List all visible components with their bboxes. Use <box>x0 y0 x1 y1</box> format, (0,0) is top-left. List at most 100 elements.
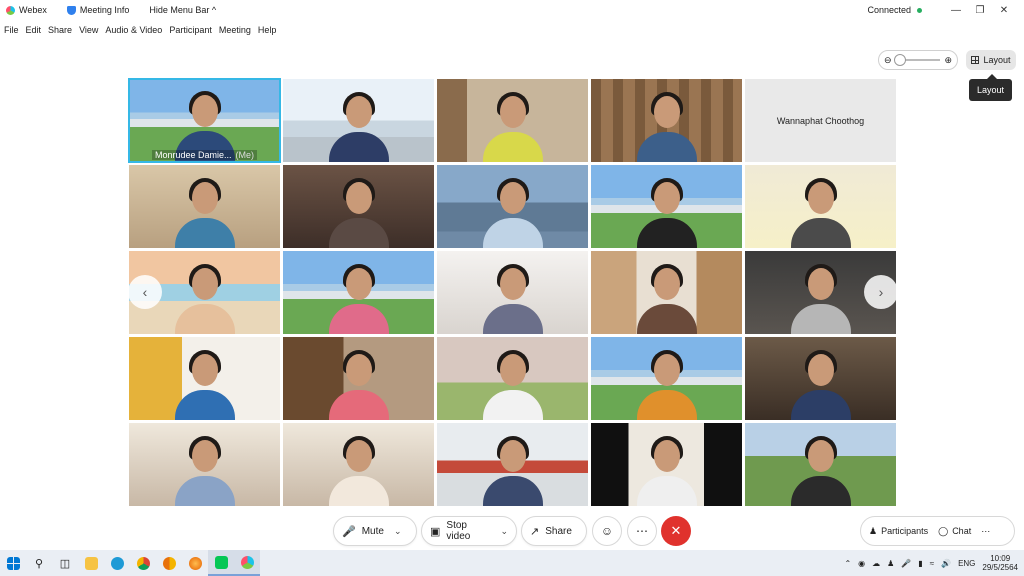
participant-video-feed <box>790 176 851 248</box>
zoom-slider[interactable]: ⊖ ⊕ <box>878 50 958 70</box>
tray-battery-icon[interactable]: ▮ <box>918 559 922 568</box>
layout-button[interactable]: Layout <box>966 50 1016 70</box>
layout-label: Layout <box>983 55 1011 65</box>
tray-speaker-icon[interactable]: 🔊 <box>941 559 951 568</box>
taskbar-firefox[interactable] <box>182 550 208 576</box>
reactions-button[interactable]: ☺ <box>592 516 622 546</box>
taskbar-webex[interactable] <box>234 550 260 576</box>
participant-video-tile[interactable] <box>282 78 435 163</box>
stop-video-button[interactable]: ▣ Stop video ⌄ <box>421 516 517 546</box>
connected-dot-icon <box>917 7 922 13</box>
end-call-icon: ✕ <box>670 523 682 538</box>
participant-video-feed <box>328 90 389 162</box>
taskbar-chrome-alt[interactable] <box>156 550 182 576</box>
participant-video-tile[interactable] <box>282 250 435 335</box>
tray-mic-icon[interactable]: 🎤 <box>901 559 911 568</box>
more-options-button[interactable]: ⋯ <box>627 516 657 546</box>
participant-video-feed <box>790 348 851 420</box>
menu-file[interactable]: File <box>4 25 19 35</box>
menu-help[interactable]: Help <box>258 25 277 35</box>
participant-video-feed <box>328 262 389 334</box>
menu-meeting[interactable]: Meeting <box>219 25 251 35</box>
task-view-button[interactable]: ◫ <box>52 550 78 576</box>
more-icon: ⋯ <box>636 524 648 538</box>
participant-video-tile[interactable] <box>744 336 897 421</box>
participant-video-feed <box>328 434 389 506</box>
chevron-down-icon[interactable]: ⌄ <box>394 526 402 537</box>
clock-date: 29/5/2564 <box>982 563 1018 572</box>
tray-chevron-up-icon[interactable]: ⌃ <box>844 559 851 568</box>
participant-video-tile[interactable] <box>436 422 589 507</box>
menu-share[interactable]: Share <box>48 25 72 35</box>
participant-video-tile[interactable] <box>436 336 589 421</box>
participant-video-tile[interactable] <box>282 164 435 249</box>
participants-button[interactable]: Participants <box>881 526 928 536</box>
hide-menu-bar-button[interactable]: Hide Menu Bar ^ <box>149 5 216 15</box>
participant-video-tile[interactable] <box>744 422 897 507</box>
participant-video-tile[interactable] <box>590 164 743 249</box>
grid-layout-icon <box>971 56 980 64</box>
participant-video-feed <box>174 348 235 420</box>
participant-video-feed <box>328 348 389 420</box>
participant-video-tile[interactable] <box>282 422 435 507</box>
tray-wifi-icon[interactable]: ≈ <box>930 559 934 568</box>
mute-button[interactable]: 🎤 Mute ⌄ <box>333 516 417 546</box>
share-button[interactable]: ↗ Share <box>521 516 587 546</box>
tray-language[interactable]: ENG <box>958 559 975 568</box>
close-icon[interactable]: ✕ <box>992 5 1016 16</box>
prev-page-button[interactable]: ‹ <box>128 275 162 309</box>
zoom-track[interactable] <box>894 54 940 66</box>
taskbar-edge[interactable] <box>104 550 130 576</box>
tray-clock[interactable]: 10:09 29/5/2564 <box>982 554 1018 572</box>
tray-onedrive-icon[interactable]: ☁ <box>872 559 880 568</box>
minimize-icon[interactable]: — <box>944 5 968 16</box>
menu-edit[interactable]: Edit <box>26 25 42 35</box>
tray-people-icon[interactable]: ♟ <box>887 559 894 568</box>
menu-participant[interactable]: Participant <box>169 25 212 35</box>
menu-audio-video[interactable]: Audio & Video <box>105 25 162 35</box>
webex-app-label: Webex <box>6 5 47 15</box>
participant-video-feed <box>636 348 697 420</box>
video-camera-icon: ▣ <box>430 525 441 538</box>
taskbar-line[interactable] <box>208 550 234 576</box>
participant-name-tag: Monrudee Damie... (Me) <box>152 150 258 160</box>
participant-name: Monrudee Damie... <box>155 150 232 160</box>
participant-video-tile[interactable] <box>128 422 281 507</box>
chat-button[interactable]: Chat <box>952 526 971 536</box>
panel-more-icon[interactable]: ⋯ <box>981 526 990 537</box>
restore-icon[interactable]: ❐ <box>968 5 992 16</box>
windows-logo-icon <box>6 556 20 570</box>
participant-video-tile[interactable] <box>590 78 743 163</box>
participant-video-feed <box>636 90 697 162</box>
tray-webcam-icon[interactable]: ◉ <box>858 559 865 568</box>
connection-status: Connected <box>867 5 911 15</box>
participant-video-tile[interactable] <box>590 336 743 421</box>
search-button[interactable]: ⚲ <box>26 550 52 576</box>
line-app-icon <box>214 555 228 569</box>
participant-video-tile[interactable] <box>282 336 435 421</box>
zoom-out-icon[interactable]: ⊖ <box>884 55 892 66</box>
participant-video-tile[interactable] <box>590 250 743 335</box>
participant-video-tile[interactable]: Monrudee Damie... (Me) <box>128 78 281 163</box>
participant-video-tile[interactable] <box>436 78 589 163</box>
menu-view[interactable]: View <box>79 25 98 35</box>
participant-video-feed <box>482 90 543 162</box>
start-button[interactable] <box>0 550 26 576</box>
participant-video-tile[interactable] <box>590 422 743 507</box>
chrome-canary-icon <box>162 556 176 570</box>
next-page-button[interactable]: › <box>864 275 898 309</box>
participant-video-tile[interactable] <box>128 164 281 249</box>
zoom-knob[interactable] <box>894 54 906 66</box>
zoom-in-icon[interactable]: ⊕ <box>944 55 952 66</box>
leave-meeting-button[interactable]: ✕ <box>661 516 691 546</box>
participant-video-tile[interactable] <box>436 164 589 249</box>
meeting-info-button[interactable]: Meeting Info <box>66 5 129 15</box>
taskbar-explorer[interactable] <box>78 550 104 576</box>
title-bar: Webex Meeting Info Hide Menu Bar ^ Conne… <box>0 0 1024 20</box>
taskbar-chrome[interactable] <box>130 550 156 576</box>
participant-video-tile[interactable] <box>128 336 281 421</box>
participant-video-tile[interactable] <box>744 164 897 249</box>
chevron-down-icon[interactable]: ⌄ <box>500 526 508 537</box>
participant-video-tile[interactable]: Wannaphat Choothog <box>744 78 897 163</box>
participant-video-tile[interactable] <box>436 250 589 335</box>
